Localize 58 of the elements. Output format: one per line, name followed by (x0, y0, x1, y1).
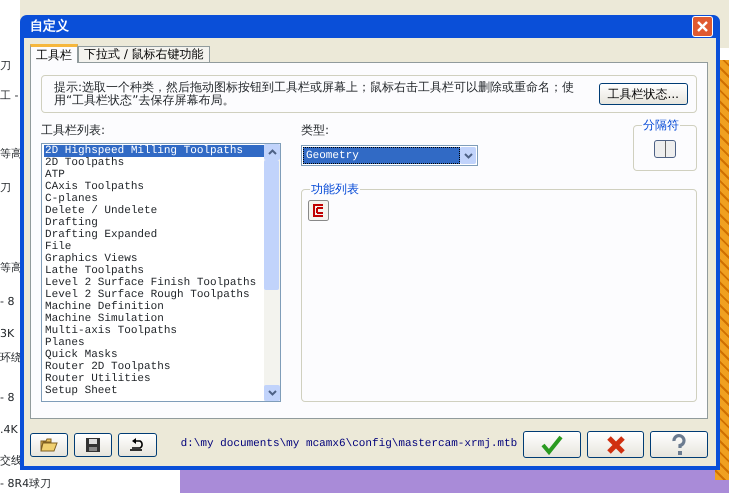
check-icon (541, 434, 564, 454)
question-mark-icon (670, 434, 688, 456)
list-item[interactable]: File (44, 241, 264, 253)
folder-icon (40, 436, 58, 452)
hint-text: 提示:选取一个种类，然后拖动图标按钮到工具栏或屏幕上；鼠标右击工具栏可以删除或重命名；使用“工具栏状态”去保存屏幕布局。 (54, 81, 576, 107)
list-item[interactable]: Graphics Views (44, 253, 264, 265)
cross-icon (606, 434, 626, 454)
list-item[interactable]: Planes (44, 337, 264, 349)
function-list-label: 功能列表 (310, 182, 360, 196)
close-button[interactable] (692, 16, 713, 37)
scroll-down-icon (268, 390, 276, 396)
window-title: 自定义 (30, 18, 69, 36)
list-item[interactable]: Level 2 Surface Rough Toolpaths (44, 289, 264, 301)
list-item[interactable]: Drafting (44, 217, 264, 229)
list-item[interactable]: Setup Sheet (44, 385, 264, 397)
file-path-text: d:\my documents\my mcamx6\config\mastercam-xrmj.mtb (180, 437, 518, 452)
background-text: .4K (0, 424, 18, 436)
type-label: 类型: (301, 122, 330, 139)
scrollbar[interactable] (264, 144, 280, 401)
type-dropdown[interactable]: Geometry (301, 145, 478, 166)
toolbar-state-button[interactable]: 工具栏状态... (598, 83, 688, 105)
list-item[interactable]: Machine Definition (44, 301, 264, 313)
list-item[interactable]: CAxis Toolpaths (44, 181, 264, 193)
list-item[interactable]: 2D Highspeed Milling Toolpaths (44, 145, 264, 157)
tab[interactable]: 下拉式 / 鼠标右键功能 (78, 46, 210, 62)
list-item[interactable]: Level 2 Surface Finish Toolpaths (44, 277, 264, 289)
open-file-button[interactable] (30, 432, 68, 456)
list-item[interactable]: 2D Toolpaths (44, 157, 264, 169)
background-text: 刀 (0, 60, 11, 72)
separator-icon[interactable] (654, 140, 676, 158)
tab[interactable]: 工具栏 (30, 44, 78, 63)
list-item[interactable]: Router Utilities (44, 373, 264, 385)
background-text: - 8R4球刀 (0, 478, 52, 490)
list-item[interactable]: Delete / Undelete (44, 205, 264, 217)
list-item[interactable]: C-planes (44, 193, 264, 205)
list-item[interactable]: Multi-axis Toolpaths (44, 325, 264, 337)
list-item[interactable]: Machine Simulation (44, 313, 264, 325)
help-button[interactable] (650, 431, 708, 458)
list-item[interactable]: Drafting Expanded (44, 229, 264, 241)
list-item[interactable]: Lathe Toolpaths (44, 265, 264, 277)
background-text: 工 - (0, 90, 18, 102)
ok-button[interactable] (523, 431, 581, 458)
separator-label: 分隔符 (642, 118, 680, 132)
toolbar-listbox[interactable] (41, 143, 281, 402)
scroll-up-icon (268, 149, 276, 155)
background-text: 刀 (0, 182, 11, 194)
save-file-button[interactable] (74, 432, 112, 456)
background-text: - 8 (0, 296, 14, 308)
list-item[interactable]: Quick Masks (44, 349, 264, 361)
close-icon (696, 20, 709, 33)
toolbar-list-label: 工具栏列表: (41, 122, 106, 139)
reset-button[interactable] (118, 432, 157, 456)
background-text: - 8 (0, 392, 14, 404)
list-item[interactable]: ATP (44, 169, 264, 181)
geometry-tool-icon[interactable] (308, 200, 329, 221)
background-text: 3K (0, 328, 14, 340)
list-item[interactable]: Router 2D Toolpaths (44, 361, 264, 373)
cancel-button[interactable] (586, 431, 644, 458)
